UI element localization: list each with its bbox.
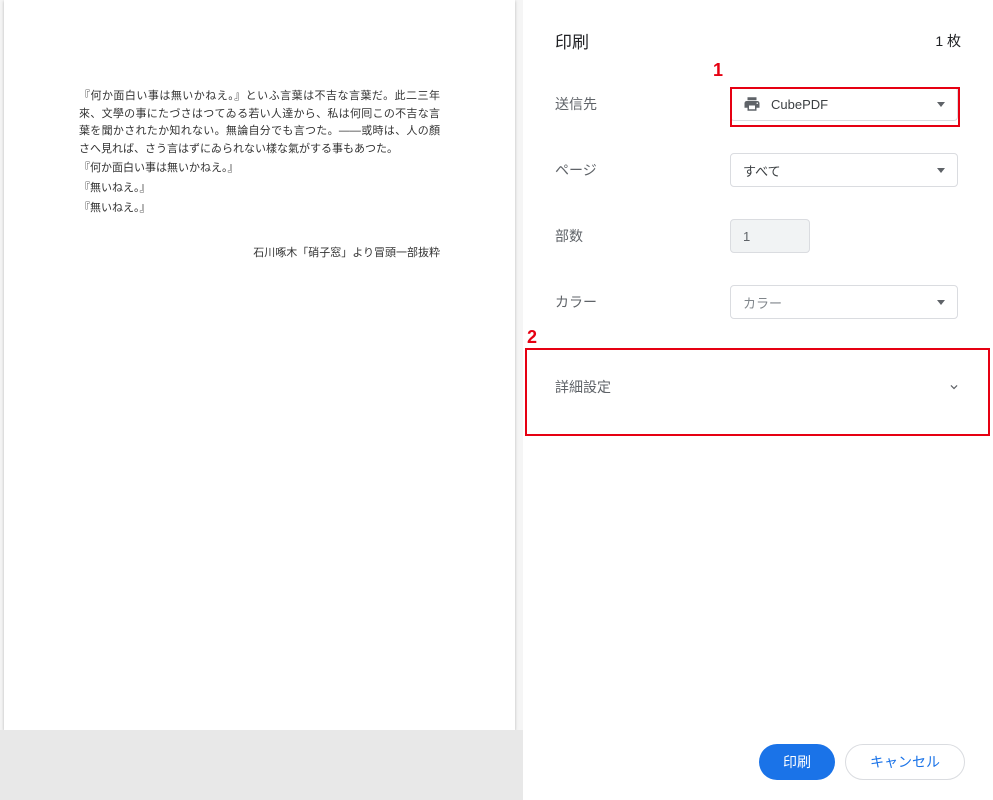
print-button[interactable]: 印刷 bbox=[759, 744, 835, 780]
preview-paragraph: 『何か面白い事は無いかねえ。』といふ言葉は不吉な言葉だ。此二三年來、文學の事にた… bbox=[79, 88, 440, 158]
copies-label: 部数 bbox=[555, 226, 730, 246]
preview-line: 『無いねえ。』 bbox=[79, 180, 440, 198]
page-count: 1 枚 bbox=[935, 31, 961, 51]
print-settings-pane: 印刷 1 枚 送信先 CubePDF ページ すべて 部数 bbox=[523, 0, 993, 800]
copies-input[interactable] bbox=[730, 219, 810, 253]
preview-footer bbox=[0, 730, 523, 800]
settings-header: 印刷 1 枚 bbox=[523, 28, 993, 71]
pages-label: ページ bbox=[555, 160, 730, 180]
pages-value: すべて bbox=[743, 161, 937, 180]
chevron-down-icon bbox=[947, 380, 961, 394]
preview-attribution: 石川啄木「硝子窓」より冒頭一部抜粋 bbox=[79, 245, 440, 263]
color-label: カラー bbox=[555, 292, 730, 312]
color-row: カラー カラー bbox=[523, 269, 993, 335]
destination-value: CubePDF bbox=[771, 97, 937, 112]
pages-dropdown[interactable]: すべて bbox=[730, 153, 958, 187]
preview-page: 『何か面白い事は無いかねえ。』といふ言葉は不吉な言葉だ。此二三年來、文學の事にた… bbox=[4, 0, 515, 730]
cancel-button[interactable]: キャンセル bbox=[845, 744, 965, 780]
copies-row: 部数 bbox=[523, 203, 993, 269]
dialog-title: 印刷 bbox=[555, 28, 589, 53]
destination-dropdown[interactable]: CubePDF bbox=[730, 87, 958, 121]
caret-down-icon bbox=[937, 102, 945, 107]
caret-down-icon bbox=[937, 300, 945, 305]
caret-down-icon bbox=[937, 168, 945, 173]
advanced-settings-toggle[interactable]: 詳細設定 bbox=[523, 335, 993, 439]
destination-row: 送信先 CubePDF bbox=[523, 71, 993, 137]
preview-line: 『無いねえ。』 bbox=[79, 200, 440, 218]
print-preview-pane: 『何か面白い事は無いかねえ。』といふ言葉は不吉な言葉だ。此二三年來、文學の事にた… bbox=[0, 0, 523, 800]
preview-line: 『何か面白い事は無いかねえ。』 bbox=[79, 160, 440, 178]
pages-row: ページ すべて bbox=[523, 137, 993, 203]
color-dropdown[interactable]: カラー bbox=[730, 285, 958, 319]
color-value: カラー bbox=[743, 293, 937, 312]
advanced-label: 詳細設定 bbox=[555, 377, 611, 397]
destination-label: 送信先 bbox=[555, 94, 730, 114]
printer-icon bbox=[743, 95, 761, 113]
button-bar: 印刷 キャンセル bbox=[759, 744, 965, 780]
